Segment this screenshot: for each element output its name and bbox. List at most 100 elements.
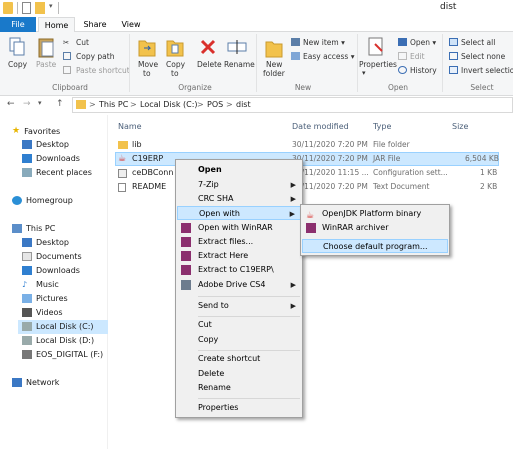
edit-button[interactable]: Edit [410, 52, 425, 61]
select-none-icon[interactable] [449, 52, 458, 60]
cut-button[interactable]: Cut [76, 38, 89, 47]
menu-item-open[interactable]: Open [177, 163, 301, 177]
nav-item-downloads[interactable]: Downloads [22, 266, 80, 275]
copy-path-icon[interactable] [63, 52, 71, 60]
nav-item-local-disk-d[interactable]: Local Disk (D:) [22, 336, 94, 345]
nav-item-recent[interactable]: Recent places [22, 168, 92, 177]
menu-item-crc-sha[interactable]: CRC SHA ▶ [177, 192, 301, 206]
breadcrumb-separator[interactable]: > [197, 100, 204, 109]
new-item-button[interactable]: New item ▾ [303, 38, 345, 47]
new-item-icon[interactable] [291, 38, 300, 46]
menu-item-adobe-drive[interactable]: Adobe Drive CS4 ▶ [177, 278, 301, 292]
table-row[interactable]: ceDBConn 30/11/2020 11:15 ... Configurat… [115, 167, 499, 180]
select-all-icon[interactable] [449, 38, 458, 46]
properties-icon[interactable] [22, 2, 31, 14]
column-header-size[interactable]: Size [452, 122, 468, 131]
new-folder-icon[interactable] [265, 36, 283, 58]
breadcrumb-this-pc[interactable]: This PC [99, 100, 128, 109]
address-bar[interactable] [72, 97, 513, 113]
properties-button[interactable]: Properties [359, 60, 397, 69]
copy-to-label-2[interactable]: to [171, 69, 179, 78]
menu-item-send-to[interactable]: Send to ▶ [177, 299, 301, 313]
open-button[interactable]: Open ▾ [410, 38, 436, 47]
move-to-icon[interactable] [138, 36, 156, 58]
menu-item-delete[interactable]: Delete [177, 367, 301, 381]
menu-item-cut[interactable]: Cut [177, 318, 301, 332]
tab-home[interactable]: Home [38, 17, 75, 33]
nav-item-desktop[interactable]: Desktop [22, 238, 69, 247]
edit-icon[interactable] [398, 52, 407, 60]
new-folder-icon[interactable] [35, 2, 45, 14]
menu-item-rename[interactable]: Rename [177, 381, 301, 395]
up-arrow-icon[interactable]: ↑ [56, 99, 64, 109]
column-header-name[interactable]: Name [118, 122, 142, 131]
paste-button[interactable]: Paste [36, 60, 56, 69]
forward-arrow-icon[interactable]: → [23, 99, 31, 109]
chevron-down-icon[interactable]: ▾ [49, 2, 53, 14]
nav-favorites[interactable]: ★ Favorites [12, 126, 60, 136]
submenu-item-openjdk[interactable]: ☕ OpenJDK Platform binary [302, 207, 448, 221]
menu-item-open-with-winrar[interactable]: Open with WinRAR [177, 221, 301, 235]
copy-button[interactable]: Copy [8, 60, 27, 69]
table-row[interactable]: ☕ C19ERP 30/11/2020 7:20 PM JAR File 6,5… [115, 153, 499, 166]
delete-icon[interactable] [199, 38, 217, 56]
paste-icon[interactable] [37, 36, 55, 58]
table-row[interactable]: lib 30/11/2020 7:20 PM File folder [115, 139, 499, 152]
nav-item-videos[interactable]: Videos [22, 308, 63, 317]
menu-item-properties[interactable]: Properties [177, 401, 301, 415]
chevron-down-icon[interactable]: ▾ [362, 69, 366, 77]
breadcrumb-dist[interactable]: dist [236, 100, 251, 109]
nav-item-pictures[interactable]: Pictures [22, 294, 68, 303]
submenu-item-choose-default[interactable]: Choose default program... [302, 239, 448, 253]
scissors-icon[interactable]: ✂ [63, 38, 69, 47]
history-icon[interactable] [398, 66, 407, 74]
menu-item-copy[interactable]: Copy [177, 333, 301, 347]
column-header-type[interactable]: Type [373, 122, 391, 131]
invert-selection-icon[interactable] [449, 66, 458, 74]
delete-button[interactable]: Delete [197, 60, 222, 69]
tab-share[interactable]: Share [78, 17, 112, 32]
tab-file[interactable]: File [0, 17, 36, 32]
menu-item-extract-here[interactable]: Extract Here [177, 249, 301, 263]
nav-item-desktop[interactable]: Desktop [22, 140, 69, 149]
move-to-label-2[interactable]: to [143, 69, 151, 78]
rename-button[interactable]: Rename [224, 60, 255, 69]
nav-item-downloads[interactable]: Downloads [22, 154, 80, 163]
paste-shortcut-button[interactable]: Paste shortcut [76, 66, 130, 75]
copy-to-icon[interactable] [166, 36, 184, 58]
breadcrumb-local-disk-c[interactable]: Local Disk (C:) [140, 100, 198, 109]
open-icon[interactable] [398, 38, 407, 46]
new-folder-label-2[interactable]: folder [263, 69, 285, 78]
nav-item-local-disk-c[interactable]: Local Disk (C:) [22, 322, 94, 331]
back-arrow-icon[interactable]: ← [7, 99, 15, 109]
breadcrumb-separator[interactable]: > [226, 100, 233, 109]
paste-shortcut-icon[interactable] [63, 66, 71, 74]
copy-to-label-1[interactable]: Copy [166, 60, 185, 69]
nav-item-documents[interactable]: Documents [22, 252, 82, 261]
rename-icon[interactable] [227, 38, 247, 56]
menu-item-extract-files[interactable]: Extract files... [177, 235, 301, 249]
nav-item-eos-digital[interactable]: EOS_DIGITAL (F:) [22, 350, 103, 359]
menu-item-create-shortcut[interactable]: Create shortcut [177, 352, 301, 366]
column-header-date[interactable]: Date modified [292, 122, 349, 131]
chevron-down-icon[interactable]: ▾ [38, 99, 42, 107]
copy-icon[interactable] [9, 37, 25, 57]
invert-selection-button[interactable]: Invert selection [461, 66, 513, 75]
breadcrumb-separator[interactable]: > [130, 100, 137, 109]
nav-this-pc[interactable]: This PC [12, 224, 55, 233]
breadcrumb-separator[interactable]: > [89, 100, 96, 109]
submenu-item-winrar[interactable]: WinRAR archiver [302, 221, 448, 235]
history-button[interactable]: History [410, 66, 437, 75]
properties-icon[interactable] [367, 36, 385, 58]
select-none-button[interactable]: Select none [461, 52, 505, 61]
new-folder-label-1[interactable]: New [266, 60, 282, 69]
tab-view[interactable]: View [116, 17, 146, 32]
breadcrumb-pos[interactable]: POS [207, 100, 223, 109]
copy-path-button[interactable]: Copy path [76, 52, 114, 61]
nav-network[interactable]: Network [12, 378, 59, 387]
menu-item-extract-to[interactable]: Extract to C19ERP\ [177, 263, 301, 277]
select-all-button[interactable]: Select all [461, 38, 495, 47]
easy-access-button[interactable]: Easy access ▾ [303, 52, 355, 61]
move-to-label-1[interactable]: Move [138, 60, 158, 69]
menu-item-open-with[interactable]: Open with ▶ [177, 206, 301, 220]
